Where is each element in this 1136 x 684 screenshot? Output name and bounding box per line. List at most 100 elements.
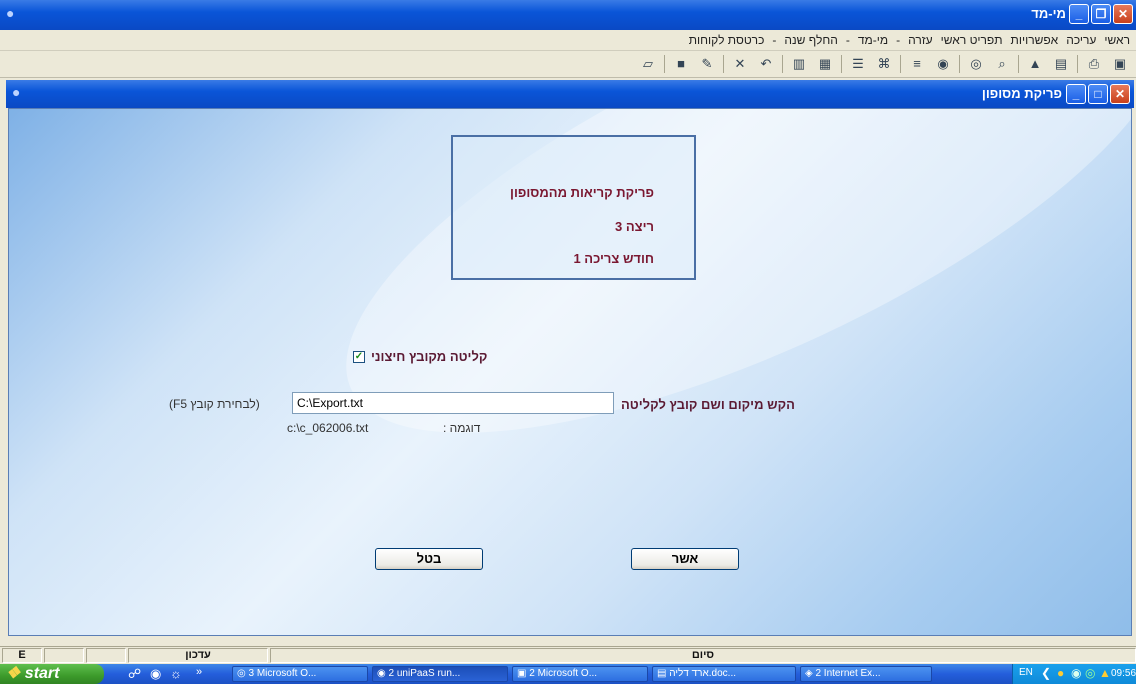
task-label: 2 Internet Ex... [815, 668, 881, 679]
task-app-icon: ◉ [377, 668, 389, 679]
cancel-button[interactable]: בטל [375, 548, 483, 570]
info-month: חודש צריכה 1 [573, 251, 654, 266]
external-file-checkbox[interactable]: ✓ [353, 350, 365, 363]
tray-back-icon[interactable]: ❮ [1041, 666, 1051, 680]
task-label: ארד דליה.doc... [669, 668, 737, 679]
search-icon[interactable]: ⌘ [874, 54, 894, 74]
info-title: פריקת קריאות מהמסופון [510, 185, 654, 200]
stamp-icon[interactable]: ■ [671, 54, 691, 74]
taskbar: ❖ start ☍ ◉ ☼ » ◎ 3 Microsoft O... ◉ 2 un… [0, 664, 1136, 684]
menu-bar: ראשי עריכה אפשרויות תפריט ראשי עזרה - מי-מד - הח… [0, 30, 1136, 51]
status-empty-2 [86, 648, 126, 663]
example-value: c:\c_062006.txt [287, 421, 369, 435]
task-app-icon: ◎ [237, 668, 249, 679]
copy-icon[interactable]: ▥ [789, 54, 809, 74]
start-button[interactable]: ❖ start [0, 664, 104, 684]
close-button[interactable]: ✕ [1113, 4, 1133, 24]
save-icon[interactable]: ▣ [1110, 54, 1130, 74]
app-titlebar: ● מי-מד _ ❐ ✕ [0, 0, 1136, 30]
binoculars-icon[interactable]: ◎ [966, 54, 986, 74]
binoculars2-icon[interactable]: ◉ [933, 54, 953, 74]
language-indicator[interactable]: EN [1019, 667, 1033, 678]
dialog-minimize-button[interactable]: _ [1066, 84, 1086, 104]
taskbar-task[interactable]: ▣ 2 Microsoft O... [512, 666, 648, 682]
status-mode: E [2, 648, 42, 663]
window-icon[interactable]: ▤ [1051, 54, 1071, 74]
toolbar-separator [900, 55, 901, 73]
status-end: סיום [270, 648, 1136, 663]
system-tray: EN ❮ ● ◉ ◎ ▲ 09:56 [1012, 664, 1136, 684]
restore-button[interactable]: ❐ [1091, 4, 1111, 24]
media-quicklaunch-icon[interactable]: ◉ [150, 666, 161, 682]
open-icon[interactable]: ▱ [638, 54, 658, 74]
dialog-titlebar: ● פריקת מסופון _ □ ✕ [6, 80, 1134, 108]
tray-app-icon[interactable]: ● [1057, 666, 1064, 680]
status-update: עדכון [128, 648, 268, 663]
ie-quicklaunch-icon[interactable]: ☍ [128, 666, 141, 682]
delete-icon[interactable]: ✕ [730, 54, 750, 74]
external-file-label: קליטה מקובץ חיצוני [371, 349, 488, 364]
file-path-input[interactable] [292, 392, 614, 414]
paste-icon[interactable]: ▦ [815, 54, 835, 74]
taskbar-task[interactable]: ▤ ארד דליה.doc... [652, 666, 796, 682]
menu-item[interactable]: עזרה [908, 33, 933, 47]
menu-item[interactable]: ראשי [1104, 33, 1130, 47]
example-label: דוגמה : [443, 421, 481, 435]
status-bar: E עדכון סיום [0, 646, 1136, 665]
toolbar-separator [664, 55, 665, 73]
taskbar-task[interactable]: ◉ 2 uniPaaS run... [372, 666, 508, 682]
sort-icon[interactable]: ≡ [907, 54, 927, 74]
tray-alert-icon[interactable]: ▲ [1099, 666, 1111, 680]
menu-items: ראשי עריכה אפשרויות תפריט ראשי עזרה - מי-מד - הח… [689, 33, 1130, 47]
dialog-body: פריקת קריאות מהמסופון ריצה 3 חודש צריכה … [8, 108, 1132, 636]
menu-item[interactable]: תפריט ראשי [941, 33, 1003, 47]
menu-item[interactable]: כרטסת לקוחות [689, 33, 765, 47]
quicklaunch-more-icon[interactable]: » [196, 666, 202, 678]
toolbar-separator [723, 55, 724, 73]
toolbar: ▣ ⎙ ▤ ▲ ⌕ ◎ ◉ ≡ ⌘ ☰ ▦ ▥ ↶ ✕ ✎ ■ ▱ [0, 51, 1136, 78]
toolbar-separator [782, 55, 783, 73]
windows-logo-icon: ❖ [6, 665, 21, 682]
clock[interactable]: 09:56 [1111, 668, 1136, 679]
task-app-icon: ▤ [657, 668, 670, 679]
taskbar-task[interactable]: ◎ 3 Microsoft O... [232, 666, 368, 682]
dialog-icon: ● [12, 84, 21, 100]
list-icon[interactable]: ☰ [848, 54, 868, 74]
status-empty-1 [44, 648, 84, 663]
toolbar-separator [1077, 55, 1078, 73]
task-label: 2 uniPaaS run... [388, 668, 461, 679]
menu-item[interactable]: אפשרויות [1011, 33, 1059, 47]
explorer-quicklaunch-icon[interactable]: ☼ [170, 666, 182, 681]
toolbar-separator [841, 55, 842, 73]
task-app-icon: ▣ [517, 668, 530, 679]
external-file-option[interactable]: ✓ קליטה מקובץ חיצוני [353, 349, 487, 364]
background-glow [287, 109, 1131, 526]
dialog-maximize-button[interactable]: □ [1088, 84, 1108, 104]
ok-button[interactable]: אשר [631, 548, 739, 570]
f5-hint: (F5 לבחירת קובץ) [169, 397, 260, 411]
dialog-close-button[interactable]: ✕ [1110, 84, 1130, 104]
start-label: start [24, 665, 60, 682]
print-icon[interactable]: ⎙ [1084, 54, 1104, 74]
menu-item[interactable]: החלף שנה [784, 33, 837, 47]
menu-item[interactable]: עריכה [1066, 33, 1096, 47]
dialog-title: פריקת מסופון [981, 86, 1062, 101]
menu-separator: - [772, 33, 777, 47]
tray-chat-icon[interactable]: ◉ [1071, 666, 1081, 680]
edit-icon[interactable]: ✎ [697, 54, 717, 74]
minimize-button[interactable]: _ [1069, 4, 1089, 24]
toolbar-separator [959, 55, 960, 73]
window-up-icon[interactable]: ▲ [1025, 54, 1045, 74]
info-box: פריקת קריאות מהמסופון ריצה 3 חודש צריכה … [451, 135, 696, 280]
menu-item[interactable]: מי-מד [858, 33, 888, 47]
task-app-icon: ◈ [805, 668, 816, 679]
tray-network-icon[interactable]: ◎ [1085, 666, 1095, 680]
file-path-label: הקש מיקום ושם קובץ לקליטה [621, 397, 795, 412]
zoom-icon[interactable]: ⌕ [992, 54, 1012, 74]
menu-separator: - [845, 33, 850, 47]
undo-icon[interactable]: ↶ [756, 54, 776, 74]
app-icon: ● [6, 5, 15, 21]
menu-separator: - [896, 33, 901, 47]
taskbar-task[interactable]: ◈ 2 Internet Ex... [800, 666, 932, 682]
task-label: 3 Microsoft O... [248, 668, 317, 679]
